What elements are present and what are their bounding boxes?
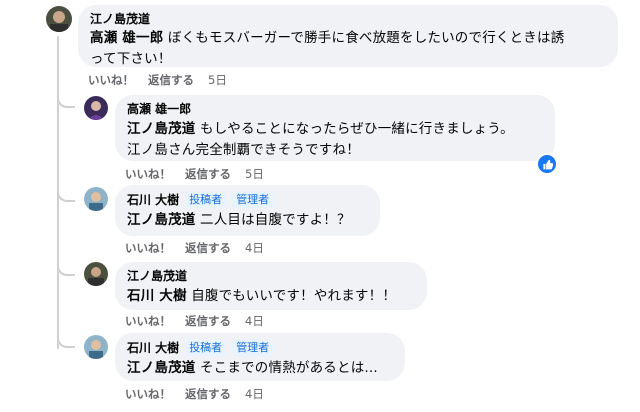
author-badge: 投稿者 <box>185 340 227 356</box>
mention-link[interactable]: 石川 大樹 <box>127 288 187 304</box>
comment-author[interactable]: 江ノ島茂道 <box>127 269 415 284</box>
like-button[interactable]: いいね！ <box>125 314 171 328</box>
avatar[interactable] <box>84 187 108 211</box>
like-icon <box>542 159 553 169</box>
like-button[interactable]: いいね！ <box>125 387 171 401</box>
thread-connector <box>57 176 75 202</box>
mention-link[interactable]: 江ノ島茂道 <box>127 212 196 228</box>
comment-text: 二人目は自腹ですよ！？ <box>200 212 351 228</box>
reply-button[interactable]: 返信する <box>148 73 194 87</box>
comment-author[interactable]: 江ノ島茂道 <box>90 12 606 27</box>
comment-bubble: 江ノ島茂道 高瀬 雄一郎 ぼくもモスバーガーで勝手に食べ放題をしたいので行くとき… <box>78 5 618 67</box>
admin-badge: 管理者 <box>232 192 274 208</box>
comment-text: 自腹でもいいです！やれます！！ <box>191 288 397 304</box>
reply-button[interactable]: 返信する <box>185 387 231 401</box>
like-button[interactable]: いいね！ <box>125 241 171 255</box>
thread-connector <box>57 322 75 348</box>
comment-time[interactable]: 5日 <box>208 73 227 87</box>
comment-time[interactable]: 5日 <box>245 167 264 181</box>
comment-time[interactable]: 4日 <box>245 314 264 328</box>
mention-link[interactable]: 江ノ島茂道 <box>127 121 196 137</box>
comment-text: ぼくもモスバーガーで勝手に食べ放題をしたいので行くときは誘 <box>167 30 565 46</box>
avatar[interactable] <box>84 262 108 286</box>
reply-button[interactable]: 返信する <box>185 314 231 328</box>
comment-author[interactable]: 高瀬 雄一郎 <box>127 102 543 117</box>
mention-link[interactable]: 江ノ島茂道 <box>127 360 196 376</box>
like-button[interactable]: いいね！ <box>88 73 134 87</box>
reply-button[interactable]: 返信する <box>185 241 231 255</box>
comment-time[interactable]: 4日 <box>245 241 264 255</box>
comment-author-row: 石川 大樹 投稿者 管理者 <box>127 192 368 208</box>
comment-bubble: 江ノ島茂道 石川 大樹 自腹でもいいです！やれます！！ <box>115 262 427 310</box>
comment-bubble: 高瀬 雄一郎 江ノ島茂道 もしやることになったらぜひ一緒に行きましょう。 江ノ島… <box>115 95 555 161</box>
reply-button[interactable]: 返信する <box>185 167 231 181</box>
comment-author[interactable]: 石川 大樹 <box>127 193 179 208</box>
avatar[interactable] <box>46 6 72 32</box>
avatar[interactable] <box>84 96 108 120</box>
comment-text: そこまでの情熱があるとは... <box>200 360 378 376</box>
comment-bubble: 石川 大樹 投稿者 管理者 江ノ島茂道 二人目は自腹ですよ！？ <box>115 185 380 236</box>
comment-bubble: 石川 大樹 投稿者 管理者 江ノ島茂道 そこまでの情熱があるとは... <box>115 333 405 381</box>
comment-author-row: 石川 大樹 投稿者 管理者 <box>127 340 393 356</box>
avatar[interactable] <box>84 335 108 359</box>
thread-connector <box>57 250 75 276</box>
thread-connector <box>57 80 75 108</box>
mention-link[interactable]: 高瀬 雄一郎 <box>90 30 163 46</box>
author-badge: 投稿者 <box>185 192 227 208</box>
comment-text: 江ノ島さん完全制覇できそうですね！ <box>127 142 360 158</box>
comment-time[interactable]: 4日 <box>245 387 264 401</box>
reaction-badge[interactable] <box>536 153 558 175</box>
comment-author[interactable]: 石川 大樹 <box>127 341 179 356</box>
comment-text: って下さい！ <box>90 51 172 67</box>
admin-badge: 管理者 <box>232 340 274 356</box>
comment-text: もしやることになったらぜひ一緒に行きましょう。 <box>200 121 514 137</box>
like-button[interactable]: いいね！ <box>125 167 171 181</box>
